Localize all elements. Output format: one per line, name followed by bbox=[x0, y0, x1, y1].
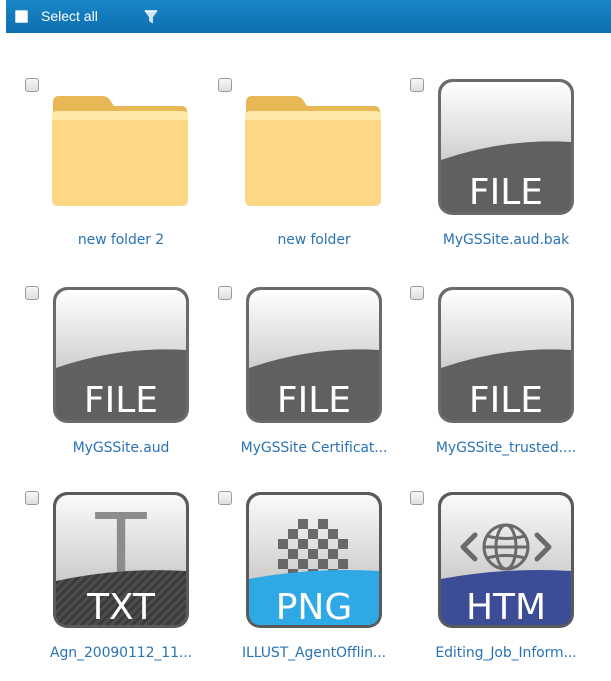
file-tile[interactable]: FILE MyGSSite_trusted.... bbox=[410, 286, 602, 476]
file-tile[interactable]: FILE MyGSSite Certificat... bbox=[218, 286, 410, 476]
file-name[interactable]: Agn_20090112_11... bbox=[15, 645, 227, 661]
html-file-icon[interactable]: HTM bbox=[435, 489, 577, 631]
file-name[interactable]: MyGSSite_trusted.... bbox=[400, 440, 611, 456]
item-checkbox[interactable] bbox=[410, 491, 424, 505]
item-checkbox[interactable] bbox=[218, 286, 232, 300]
file-type-label: FILE bbox=[277, 380, 351, 421]
generic-file-icon[interactable]: FILE bbox=[435, 76, 577, 218]
item-checkbox[interactable] bbox=[25, 491, 39, 505]
file-tile[interactable]: HTM Editing_Job_Inform... bbox=[410, 491, 602, 681]
file-name[interactable]: ILLUST_AgentOfflin... bbox=[208, 645, 420, 661]
item-checkbox[interactable] bbox=[410, 286, 424, 300]
file-type-label: HTM bbox=[466, 587, 546, 628]
file-type-label: PNG bbox=[276, 587, 353, 628]
file-name[interactable]: Editing_Job_Inform... bbox=[400, 645, 611, 661]
file-type-label: TXT bbox=[86, 587, 156, 628]
generic-file-icon[interactable]: FILE bbox=[50, 284, 192, 426]
file-name[interactable]: MyGSSite.aud bbox=[15, 440, 227, 456]
file-tile[interactable]: T TXT Agn_20090112_11... bbox=[25, 491, 217, 681]
generic-file-icon[interactable]: FILE bbox=[435, 284, 577, 426]
file-type-label: FILE bbox=[469, 172, 543, 213]
file-name[interactable]: new folder 2 bbox=[15, 232, 227, 248]
file-name[interactable]: MyGSSite.aud.bak bbox=[400, 232, 611, 248]
file-type-label: FILE bbox=[469, 380, 543, 421]
file-type-label: FILE bbox=[84, 380, 158, 421]
folder-icon[interactable] bbox=[243, 76, 385, 218]
file-tile[interactable]: PNG ILLUST_AgentOfflin... bbox=[218, 491, 410, 681]
file-tile[interactable]: new folder bbox=[218, 78, 410, 268]
item-checkbox[interactable] bbox=[218, 78, 232, 92]
file-name[interactable]: new folder bbox=[208, 232, 420, 248]
item-checkbox[interactable] bbox=[410, 78, 424, 92]
file-name[interactable]: MyGSSite Certificat... bbox=[208, 440, 420, 456]
file-tile[interactable]: FILE MyGSSite.aud bbox=[25, 286, 217, 476]
item-checkbox[interactable] bbox=[218, 491, 232, 505]
file-tile[interactable]: FILE MyGSSite.aud.bak bbox=[410, 78, 602, 268]
item-checkbox[interactable] bbox=[25, 78, 39, 92]
generic-file-icon[interactable]: FILE bbox=[243, 284, 385, 426]
folder-icon[interactable] bbox=[50, 76, 192, 218]
text-file-icon[interactable]: T TXT bbox=[50, 489, 192, 631]
image-file-icon[interactable]: PNG bbox=[243, 489, 385, 631]
file-tile[interactable]: new folder 2 bbox=[25, 78, 217, 268]
file-grid: new folder 2 new folder FILE MyGSSite.au… bbox=[0, 0, 611, 661]
item-checkbox[interactable] bbox=[25, 286, 39, 300]
